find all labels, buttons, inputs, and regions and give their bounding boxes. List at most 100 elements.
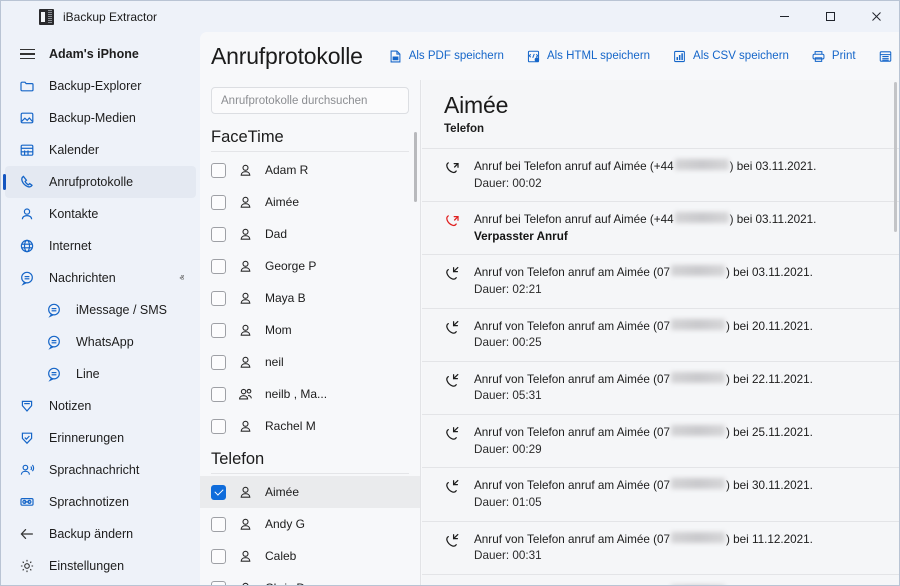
call-log-entry[interactable]: Anruf von Telefon anruf am Aimée (07) be… <box>422 573 899 585</box>
person-icon <box>237 548 254 565</box>
voice-memo-icon <box>18 493 36 511</box>
list-item[interactable]: Caleb <box>200 540 420 572</box>
sidebar-item-label: Kontakte <box>49 207 99 221</box>
list-item[interactable]: Rachel M <box>200 410 420 442</box>
checkbox[interactable] <box>211 386 226 402</box>
save-as-csv-button[interactable]: Als CSV speichern <box>661 45 800 68</box>
contact-name: Mom <box>265 323 292 337</box>
sidebar-device-header[interactable]: Adam's iPhone <box>5 38 196 70</box>
sidebar-item-imessage-sms[interactable]: iMessage / SMS <box>5 294 196 326</box>
sidebar-item-sprachnotizen[interactable]: Sprachnotizen <box>5 486 196 518</box>
list-item[interactable]: Dad <box>200 218 420 250</box>
checkbox[interactable] <box>211 354 226 370</box>
checkbox[interactable] <box>211 548 226 564</box>
app-logo-icon <box>39 8 54 25</box>
call-log-suffix: ) bei 03.11.2021. <box>729 213 817 227</box>
person-icon <box>237 258 254 275</box>
print-button[interactable]: Print <box>800 45 867 68</box>
call-log-text: Anruf von Telefon anruf am Aimée (07) be… <box>474 318 813 352</box>
call-log-entry[interactable]: Anruf von Telefon anruf am Aimée (07) be… <box>422 414 899 467</box>
contact-list-panel: FaceTime Adam R Aimée Dad <box>200 80 421 585</box>
list-item[interactable]: Andy G <box>200 508 420 540</box>
filter-data-button[interactable]: Daten filtern <box>867 45 899 68</box>
sidebar-item-backup-medien[interactable]: Backup-Medien <box>5 102 196 134</box>
call-log-entry[interactable]: Anruf von Telefon anruf am Aimée (07) be… <box>422 520 899 574</box>
list-item[interactable]: neil <box>200 346 420 378</box>
redacted-number <box>674 159 729 170</box>
list-item[interactable]: Mom <box>200 314 420 346</box>
person-icon <box>237 354 254 371</box>
contact-name: Chris D... <box>265 581 315 585</box>
sidebar-item-kalender[interactable]: Kalender <box>5 134 196 166</box>
sidebar-item-notizen[interactable]: Notizen <box>5 390 196 422</box>
call-log-secondary: Dauer: 00:29 <box>474 442 542 456</box>
checkbox[interactable] <box>211 580 226 585</box>
sidebar-item-kontakte[interactable]: Kontakte <box>5 198 196 230</box>
call-log-detail-panel: Aimée Telefon Anruf bei Telefon anruf au… <box>422 80 899 585</box>
chevron-up-icon[interactable]: ⱏ <box>180 273 184 283</box>
checkbox[interactable] <box>211 258 226 274</box>
group-title-facetime: FaceTime <box>211 128 284 146</box>
missed-outgoing-call-icon <box>444 213 461 230</box>
list-item[interactable]: neilb , Ma... <box>200 378 420 410</box>
checkbox[interactable] <box>211 226 226 242</box>
call-log-entry[interactable]: Anruf von Telefon anruf am Aimée (07) be… <box>422 254 899 307</box>
maximize-button[interactable] <box>807 1 853 32</box>
sidebar-item-sprachnachricht[interactable]: Sprachnachricht <box>5 454 196 486</box>
call-log-entry[interactable]: Anruf bei Telefon anruf auf Aimée (+44) … <box>422 148 899 201</box>
checkbox[interactable] <box>211 516 226 532</box>
sidebar-item-internet[interactable]: Internet <box>5 230 196 262</box>
sidebar-item-backup-explorer[interactable]: Backup-Explorer <box>5 70 196 102</box>
incoming-call-icon <box>444 426 461 443</box>
list-item[interactable]: Aimée <box>200 476 420 508</box>
checkbox[interactable] <box>211 484 226 500</box>
save-as-pdf-button[interactable]: Als PDF speichern <box>377 45 515 68</box>
sidebar-item-anrufprotokolle[interactable]: Anrufprotokolle <box>3 166 196 198</box>
call-log-entry[interactable]: Anruf von Telefon anruf am Aimée (07) be… <box>422 307 899 361</box>
tool-label: Als CSV speichern <box>693 50 789 62</box>
checkbox[interactable] <box>211 162 226 178</box>
contact-list-scrollbar[interactable] <box>414 132 417 202</box>
sidebar-item-line[interactable]: Line <box>5 358 196 390</box>
call-log-primary: Anruf von Telefon anruf am Aimée (07) be… <box>474 478 813 495</box>
sidebar-device-label: Adam's iPhone <box>49 47 139 61</box>
list-item[interactable]: Maya B <box>200 282 420 314</box>
sidebar-item-nachrichten[interactable]: Nachrichten ⱏ <box>5 262 196 294</box>
list-item[interactable]: Adam R <box>200 154 420 186</box>
sidebar-item-erinnerungen[interactable]: Erinnerungen <box>5 422 196 454</box>
sidebar-item-label: Einstellungen <box>49 559 125 573</box>
checkbox[interactable] <box>211 322 226 338</box>
call-log-primary: Anruf von Telefon anruf am Aimée (07) be… <box>474 265 813 282</box>
call-log-secondary: Dauer: 01:05 <box>474 495 542 509</box>
group-title-telefon: Telefon <box>211 450 265 468</box>
list-item[interactable]: George P <box>200 250 420 282</box>
checkbox[interactable] <box>211 194 226 210</box>
contact-list-scroll[interactable]: FaceTime Adam R Aimée Dad George P Maya … <box>200 120 420 585</box>
list-item[interactable]: Chris D... <box>200 572 420 585</box>
call-log-text: Anruf von Telefon anruf am Aimée (07) be… <box>474 265 813 298</box>
contact-name: neil <box>265 355 284 369</box>
contact-name: Andy G <box>265 517 306 531</box>
call-log-secondary: Dauer: 00:02 <box>474 176 542 190</box>
sidebar-item-einstellungen[interactable]: Einstellungen <box>5 550 196 582</box>
reminder-icon <box>18 429 36 447</box>
sidebar-item-whatsapp[interactable]: WhatsApp <box>5 326 196 358</box>
save-as-html-button[interactable]: Als HTML speichern <box>515 45 661 68</box>
checkbox[interactable] <box>211 418 226 434</box>
person-icon <box>237 162 254 179</box>
call-log-entry[interactable]: Anruf bei Telefon anruf auf Aimée (+44) … <box>422 201 899 254</box>
redacted-number <box>671 318 725 330</box>
list-item[interactable]: Aimée <box>200 186 420 218</box>
close-button[interactable] <box>853 1 899 32</box>
call-log-entry[interactable]: Anruf von Telefon anruf am Aimée (07) be… <box>422 467 899 520</box>
call-log-scrollbar[interactable] <box>894 82 897 232</box>
search-input[interactable] <box>211 87 409 114</box>
sidebar-item-backup-aendern[interactable]: Backup ändern <box>5 518 196 550</box>
minimize-button[interactable] <box>761 1 807 32</box>
call-log-text: Anruf von Telefon anruf am Aimée (07) be… <box>474 531 813 565</box>
page-title: Anrufprotokolle <box>211 42 363 69</box>
call-log-entry[interactable]: Anruf von Telefon anruf am Aimée (07) be… <box>422 360 899 414</box>
window-controls <box>761 1 899 32</box>
checkbox[interactable] <box>211 290 226 306</box>
call-log-secondary: Dauer: 05:31 <box>474 389 542 403</box>
